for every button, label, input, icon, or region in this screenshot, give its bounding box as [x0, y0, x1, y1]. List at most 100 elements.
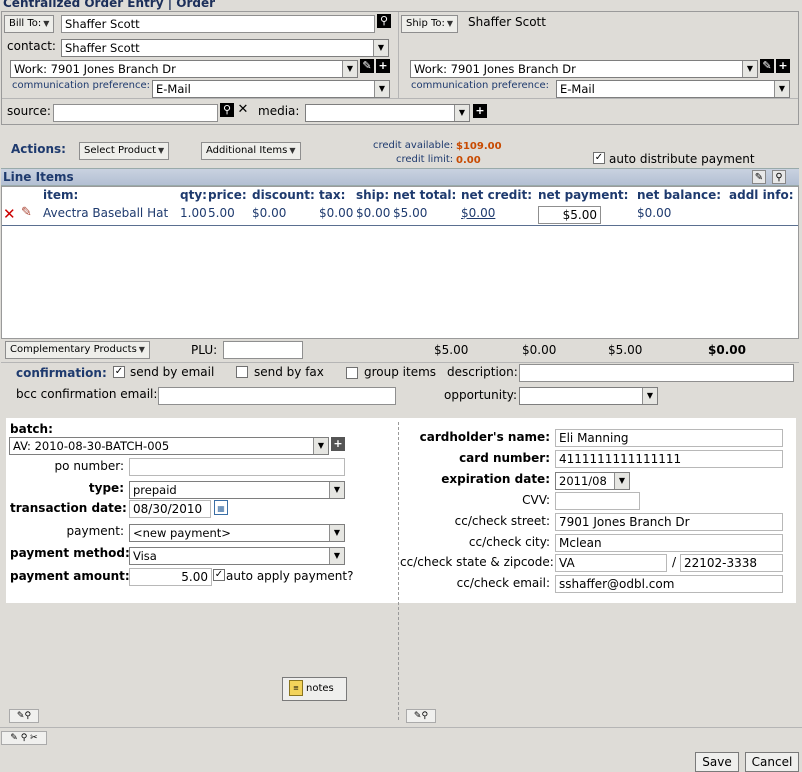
line-item-net-credit-link[interactable]: $0.00: [461, 206, 495, 220]
line-item-name: Avectra Baseball Hat: [43, 206, 169, 220]
cc-state-field[interactable]: VA: [555, 554, 667, 572]
transaction-date-field[interactable]: 08/30/2010: [129, 500, 211, 518]
credit-limit-value: 0.00: [456, 155, 481, 166]
notes-button[interactable]: ≡ notes: [282, 677, 347, 701]
save-button[interactable]: Save: [695, 752, 739, 772]
col-item: item:: [43, 188, 79, 202]
tools-icon[interactable]: ✂: [30, 733, 38, 743]
additional-items-button[interactable]: Additional Items ▼: [201, 142, 301, 160]
left-panel-tools[interactable]: ✎⚲: [9, 709, 39, 723]
clear-icon[interactable]: ✕: [236, 103, 250, 117]
calendar-icon[interactable]: ▦: [214, 500, 228, 515]
search-icon[interactable]: ⚲: [377, 14, 391, 28]
plu-label: PLU:: [191, 343, 218, 357]
send-by-email-checkbox[interactable]: ✓: [113, 366, 125, 378]
search-icon[interactable]: ⚲: [21, 733, 28, 743]
line-item-net-payment-field[interactable]: $5.00: [538, 206, 601, 224]
edit-icon[interactable]: ✎: [21, 205, 32, 220]
description-field[interactable]: [519, 364, 794, 382]
payment-amount-field[interactable]: 5.00: [129, 568, 212, 586]
total-net-total: $5.00: [434, 343, 469, 357]
col-ship: ship:: [356, 188, 390, 202]
group-items-label: group items: [364, 365, 437, 379]
edit-icon[interactable]: ✎: [360, 59, 374, 73]
plu-field[interactable]: [223, 341, 303, 359]
add-icon[interactable]: +: [376, 59, 390, 73]
page-tools[interactable]: ✎ ⚲ ✂: [1, 731, 47, 745]
auto-distribute-label: auto distribute payment: [609, 152, 755, 166]
credit-available-label: credit available:: [373, 140, 454, 151]
search-icon[interactable]: ⚲: [772, 170, 786, 184]
cc-street-field[interactable]: 7901 Jones Branch Dr: [555, 513, 783, 531]
description-label: description:: [447, 365, 518, 379]
type-select[interactable]: prepaid ▼: [129, 481, 345, 499]
cc-email-field[interactable]: sshaffer@odbl.com: [555, 575, 783, 593]
add-icon[interactable]: +: [331, 437, 345, 451]
search-icon[interactable]: ⚲: [220, 103, 234, 117]
col-tax: tax:: [319, 188, 346, 202]
total-net-balance: $0.00: [708, 343, 746, 357]
actions-label: Actions:: [11, 142, 66, 156]
bill-to-comm-pref-select[interactable]: E-Mail ▼: [152, 80, 390, 98]
group-items-checkbox[interactable]: [346, 367, 358, 379]
media-select[interactable]: ▼: [305, 104, 470, 122]
cardholder-name-field[interactable]: Eli Manning: [555, 429, 783, 447]
chevron-down-icon: ▼: [614, 473, 629, 489]
payment-amount-label: payment amount:: [10, 569, 130, 583]
contact-select[interactable]: Shaffer Scott ▼: [61, 39, 389, 57]
payment-method-label: payment method:: [10, 546, 130, 560]
select-product-button[interactable]: Select Product ▼: [79, 142, 170, 160]
line-item-ship: $0.00: [356, 206, 391, 220]
cvv-field[interactable]: [555, 492, 640, 510]
auto-distribute-checkbox[interactable]: ✓: [593, 152, 605, 164]
opportunity-select[interactable]: ▼: [519, 387, 658, 405]
source-field[interactable]: [53, 104, 218, 122]
card-number-field[interactable]: 4111111111111111: [555, 450, 783, 468]
chevron-down-icon: ▼: [373, 40, 388, 56]
total-net-credit: $0.00: [522, 343, 557, 357]
confirmation-label: confirmation:: [16, 366, 107, 380]
col-net-balance: net balance:: [637, 188, 722, 202]
bcc-field[interactable]: [158, 387, 396, 405]
line-items-title: Line Items: [3, 170, 74, 184]
search-icon[interactable]: ⚲: [24, 711, 31, 721]
bill-to-button[interactable]: Bill To: ▼: [4, 15, 55, 33]
batch-select[interactable]: AV: 2010-08-30-BATCH-005 ▼: [9, 437, 329, 455]
ship-to-comm-pref-select[interactable]: E-Mail ▼: [556, 80, 790, 98]
ship-to-button[interactable]: Ship To: ▼: [401, 15, 459, 33]
add-icon[interactable]: +: [776, 59, 790, 73]
edit-icon[interactable]: ✎: [760, 59, 774, 73]
search-icon[interactable]: ⚲: [421, 711, 428, 721]
note-icon: ≡: [289, 680, 303, 696]
edit-icon[interactable]: ✎: [10, 733, 18, 743]
cc-city-field[interactable]: Mclean: [555, 534, 783, 552]
po-number-label: po number:: [54, 459, 124, 473]
cancel-button[interactable]: Cancel: [745, 752, 799, 772]
line-item-net-total: $5.00: [393, 206, 428, 220]
po-number-field[interactable]: [129, 458, 345, 476]
expiration-date-select[interactable]: 2011/08 ▼: [555, 472, 630, 490]
line-item-net-balance: $0.00: [637, 206, 672, 220]
edit-icon[interactable]: ✎: [752, 170, 766, 184]
source-label: source:: [7, 104, 51, 118]
ship-to-address-select[interactable]: Work: 7901 Jones Branch Dr ▼: [410, 60, 758, 78]
add-icon[interactable]: +: [473, 104, 487, 118]
bill-to-name-field[interactable]: Shaffer Scott: [61, 15, 375, 33]
right-panel-tools[interactable]: ✎⚲: [406, 709, 436, 723]
payment-method-select[interactable]: Visa ▼: [129, 547, 345, 565]
auto-apply-checkbox[interactable]: ✓: [213, 569, 225, 581]
payment-select[interactable]: <new payment> ▼: [129, 524, 345, 542]
send-by-email-label: send by email: [130, 365, 215, 379]
delete-icon[interactable]: ✕: [3, 205, 16, 223]
cc-zip-field[interactable]: 22102-3338: [680, 554, 783, 572]
batch-label: batch:: [10, 422, 53, 436]
footer-divider: [0, 727, 802, 728]
bill-to-address-select[interactable]: Work: 7901 Jones Branch Dr ▼: [10, 60, 358, 78]
zip-separator: /: [671, 555, 677, 569]
ship-to-name: Shaffer Scott: [468, 15, 546, 29]
complementary-products-button[interactable]: Complementary Products ▼: [5, 341, 150, 359]
cc-street-label: cc/check street:: [454, 514, 550, 528]
chevron-down-icon: ▼: [774, 81, 789, 97]
send-by-fax-checkbox[interactable]: [236, 366, 248, 378]
cc-city-label: cc/check city:: [468, 535, 550, 549]
